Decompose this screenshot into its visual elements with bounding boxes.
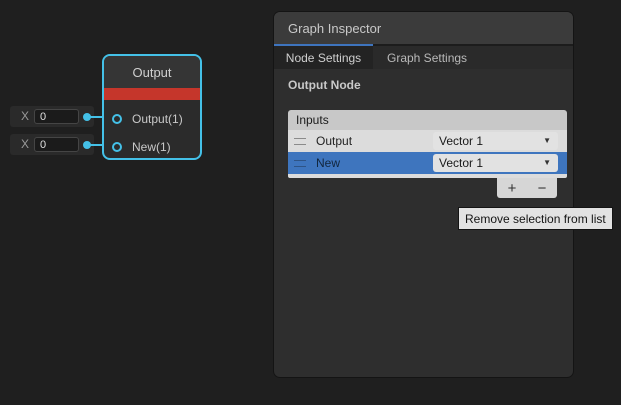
port-row: Output(1) — [104, 105, 200, 133]
list-header: Inputs — [288, 110, 567, 130]
list-row[interactable]: Output Vector 1 ▼ — [288, 130, 567, 152]
dropdown-value: Vector 1 — [439, 156, 483, 170]
chevron-down-icon: ▼ — [543, 136, 551, 145]
node-body: Output(1) New(1) — [104, 100, 200, 160]
dropdown-value: Vector 1 — [439, 134, 483, 148]
list-footer: + − — [497, 178, 557, 198]
tab-bar: Node Settings Graph Settings — [274, 44, 573, 69]
inputs-list: Inputs Output Vector 1 ▼ New Vector 1 ▼ … — [288, 110, 567, 178]
panel-header[interactable]: Graph Inspector — [274, 12, 573, 44]
tab-node-settings[interactable]: Node Settings — [274, 46, 373, 69]
axis-label: X — [21, 137, 29, 151]
remove-button[interactable]: − — [527, 178, 557, 198]
value-input[interactable] — [34, 109, 79, 124]
section-title: Output Node — [288, 78, 361, 92]
row-name: Output — [316, 134, 352, 148]
port-label: New(1) — [132, 140, 171, 154]
panel-title: Graph Inspector — [288, 21, 381, 36]
row-name: New — [316, 156, 340, 170]
input-port-icon[interactable] — [112, 142, 122, 152]
port-input-widget: X — [10, 106, 94, 127]
tab-graph-settings[interactable]: Graph Settings — [373, 46, 481, 69]
node-title: Output — [104, 56, 200, 88]
drag-handle-icon[interactable] — [294, 138, 306, 145]
graph-inspector-panel: Graph Inspector Node Settings Graph Sett… — [274, 12, 573, 377]
chevron-down-icon: ▼ — [543, 158, 551, 167]
port-label: Output(1) — [132, 112, 183, 126]
tooltip: Remove selection from list — [458, 207, 613, 230]
port-input-widget: X — [10, 134, 94, 155]
output-node[interactable]: Output Output(1) New(1) — [102, 54, 202, 160]
input-port-icon[interactable] — [112, 114, 122, 124]
value-input[interactable] — [34, 137, 79, 152]
type-dropdown[interactable]: Vector 1 ▼ — [433, 132, 558, 150]
type-dropdown[interactable]: Vector 1 ▼ — [433, 154, 558, 172]
list-row-selected[interactable]: New Vector 1 ▼ — [288, 152, 567, 174]
port-row: New(1) — [104, 133, 200, 160]
axis-label: X — [21, 109, 29, 123]
drag-handle-icon[interactable] — [294, 160, 306, 167]
add-button[interactable]: + — [497, 178, 527, 198]
node-accent-bar — [104, 88, 200, 100]
